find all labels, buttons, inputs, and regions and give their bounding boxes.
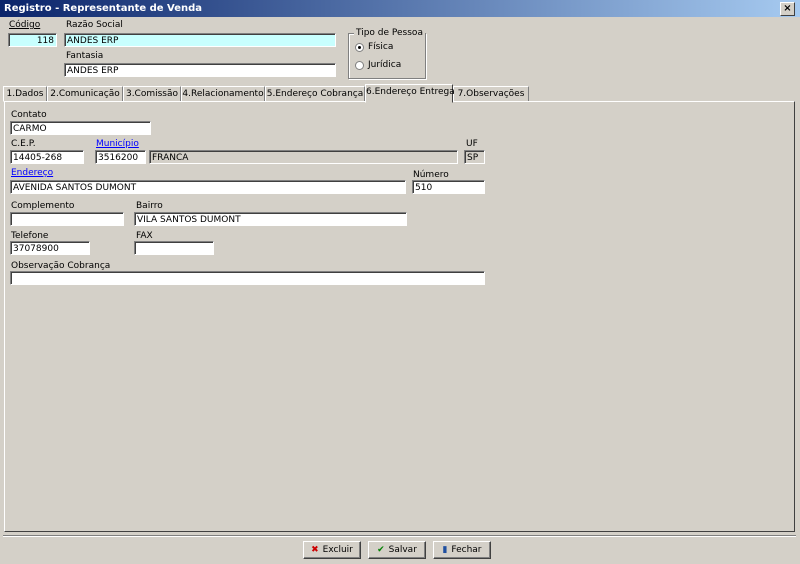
salvar-button[interactable]: ✔ Salvar — [368, 541, 426, 559]
tab-comissao[interactable]: 3.Comissão — [123, 86, 181, 102]
title-bar: Registro - Representante de Venda × — [0, 0, 800, 17]
fechar-button[interactable]: ▮ Fechar — [433, 541, 491, 559]
cep-label: C.E.P. — [11, 139, 36, 149]
tab-relacionamento[interactable]: 4.Relacionamento — [181, 86, 265, 102]
contato-label: Contato — [11, 110, 47, 120]
tipo-pessoa-legend: Tipo de Pessoa — [354, 28, 425, 38]
salvar-label: Salvar — [388, 545, 417, 555]
numero-label: Número — [413, 170, 449, 180]
door-icon: ▮ — [442, 545, 448, 555]
tipo-pessoa-group — [348, 33, 426, 79]
fantasia-label: Fantasia — [66, 51, 104, 61]
fax-label: FAX — [136, 231, 153, 241]
fechar-label: Fechar — [451, 545, 482, 555]
uf-field: SP — [464, 150, 485, 164]
red-x-icon: ✖ — [311, 545, 319, 555]
radio-juridica-label[interactable]: Jurídica — [368, 60, 401, 70]
radio-fisica[interactable] — [355, 43, 364, 52]
green-check-icon: ✔ — [377, 545, 385, 555]
razao-social-label: Razão Social — [66, 20, 123, 30]
numero-field[interactable]: 510 — [412, 180, 485, 194]
municipio-code-field[interactable]: 3516200 — [95, 150, 146, 164]
contato-field[interactable]: CARMO — [10, 121, 151, 135]
complemento-field[interactable] — [10, 212, 124, 226]
radio-juridica[interactable] — [355, 61, 364, 70]
codigo-label: Código — [9, 20, 41, 30]
complemento-label: Complemento — [11, 201, 75, 211]
fantasia-field[interactable]: ANDES ERP — [64, 63, 336, 77]
excluir-button[interactable]: ✖ Excluir — [303, 541, 361, 559]
window-title: Registro - Representante de Venda — [4, 3, 203, 14]
telefone-label: Telefone — [11, 231, 49, 241]
uf-label: UF — [466, 139, 478, 149]
bairro-field[interactable]: VILA SANTOS DUMONT — [134, 212, 407, 226]
telefone-field[interactable]: 37078900 — [10, 241, 90, 255]
razao-social-field[interactable]: ANDES ERP — [64, 33, 336, 47]
codigo-field[interactable]: 118 — [8, 33, 57, 47]
endereco-field[interactable]: AVENIDA SANTOS DUMONT — [10, 180, 406, 194]
tab-panel-endereco-entrega — [4, 101, 795, 532]
tab-dados[interactable]: 1.Dados — [3, 86, 47, 102]
cep-field[interactable]: 14405-268 — [10, 150, 84, 164]
excluir-label: Excluir — [322, 545, 353, 555]
radio-fisica-label[interactable]: Física — [368, 42, 393, 52]
footer-separator — [3, 535, 796, 537]
fax-field[interactable] — [134, 241, 214, 255]
tab-comunicacao[interactable]: 2.Comunicação — [47, 86, 123, 102]
municipio-link[interactable]: Município — [96, 139, 139, 149]
bairro-label: Bairro — [136, 201, 163, 211]
close-button[interactable]: × — [780, 2, 795, 16]
endereco-link[interactable]: Endereço — [11, 168, 53, 178]
obs-cobranca-label: Observação Cobrança — [11, 261, 111, 271]
close-icon: × — [783, 3, 792, 14]
tab-observacoes[interactable]: 7.Observações — [453, 86, 529, 102]
obs-cobranca-field[interactable] — [10, 271, 485, 285]
municipio-name-field: FRANCA — [149, 150, 458, 164]
tab-endereco-entrega[interactable]: 6.Endereço Entrega — [365, 84, 455, 103]
tab-endereco-cobranca[interactable]: 5.Endereço Cobrança — [265, 86, 365, 102]
